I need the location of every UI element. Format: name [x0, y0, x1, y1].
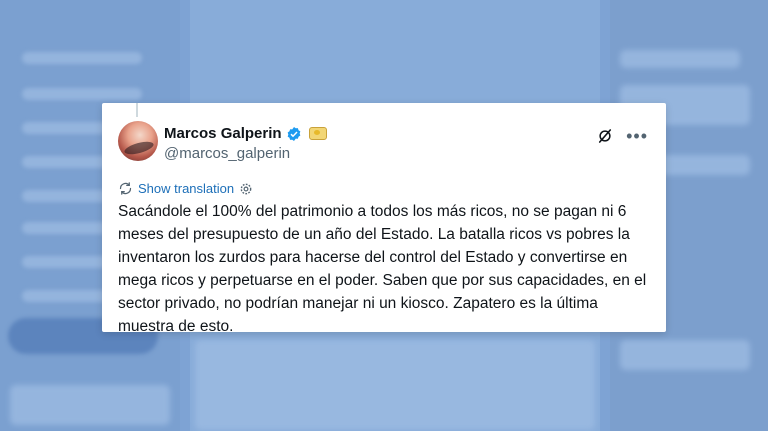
- tweet-actions: •••: [596, 127, 648, 145]
- background-block: [620, 340, 750, 370]
- background-block: [10, 385, 170, 425]
- affiliate-badge-icon[interactable]: [308, 127, 327, 140]
- translate-row: Show translation: [118, 181, 253, 196]
- background-nav-item: [22, 88, 142, 100]
- background-block: [620, 50, 740, 68]
- more-icon[interactable]: •••: [626, 127, 648, 145]
- tweet-card: Marcos Galperin @marcos_galperin ••• Sho…: [102, 103, 666, 335]
- verified-badge-icon: [287, 126, 300, 141]
- tweet-text: Sacándole el 100% del patrimonio a todos…: [118, 203, 647, 335]
- show-translation-link[interactable]: Show translation: [138, 181, 234, 196]
- grok-icon[interactable]: [596, 127, 614, 145]
- background-block: [195, 340, 595, 430]
- author-row: Marcos Galperin: [164, 125, 327, 142]
- translate-icon: [119, 182, 132, 195]
- gear-icon[interactable]: [239, 182, 253, 196]
- author-name[interactable]: Marcos Galperin: [164, 125, 282, 142]
- author-handle[interactable]: @marcos_galperin: [164, 145, 290, 162]
- background-nav-item: [22, 52, 142, 64]
- avatar[interactable]: [118, 121, 158, 161]
- thread-line: [136, 103, 138, 117]
